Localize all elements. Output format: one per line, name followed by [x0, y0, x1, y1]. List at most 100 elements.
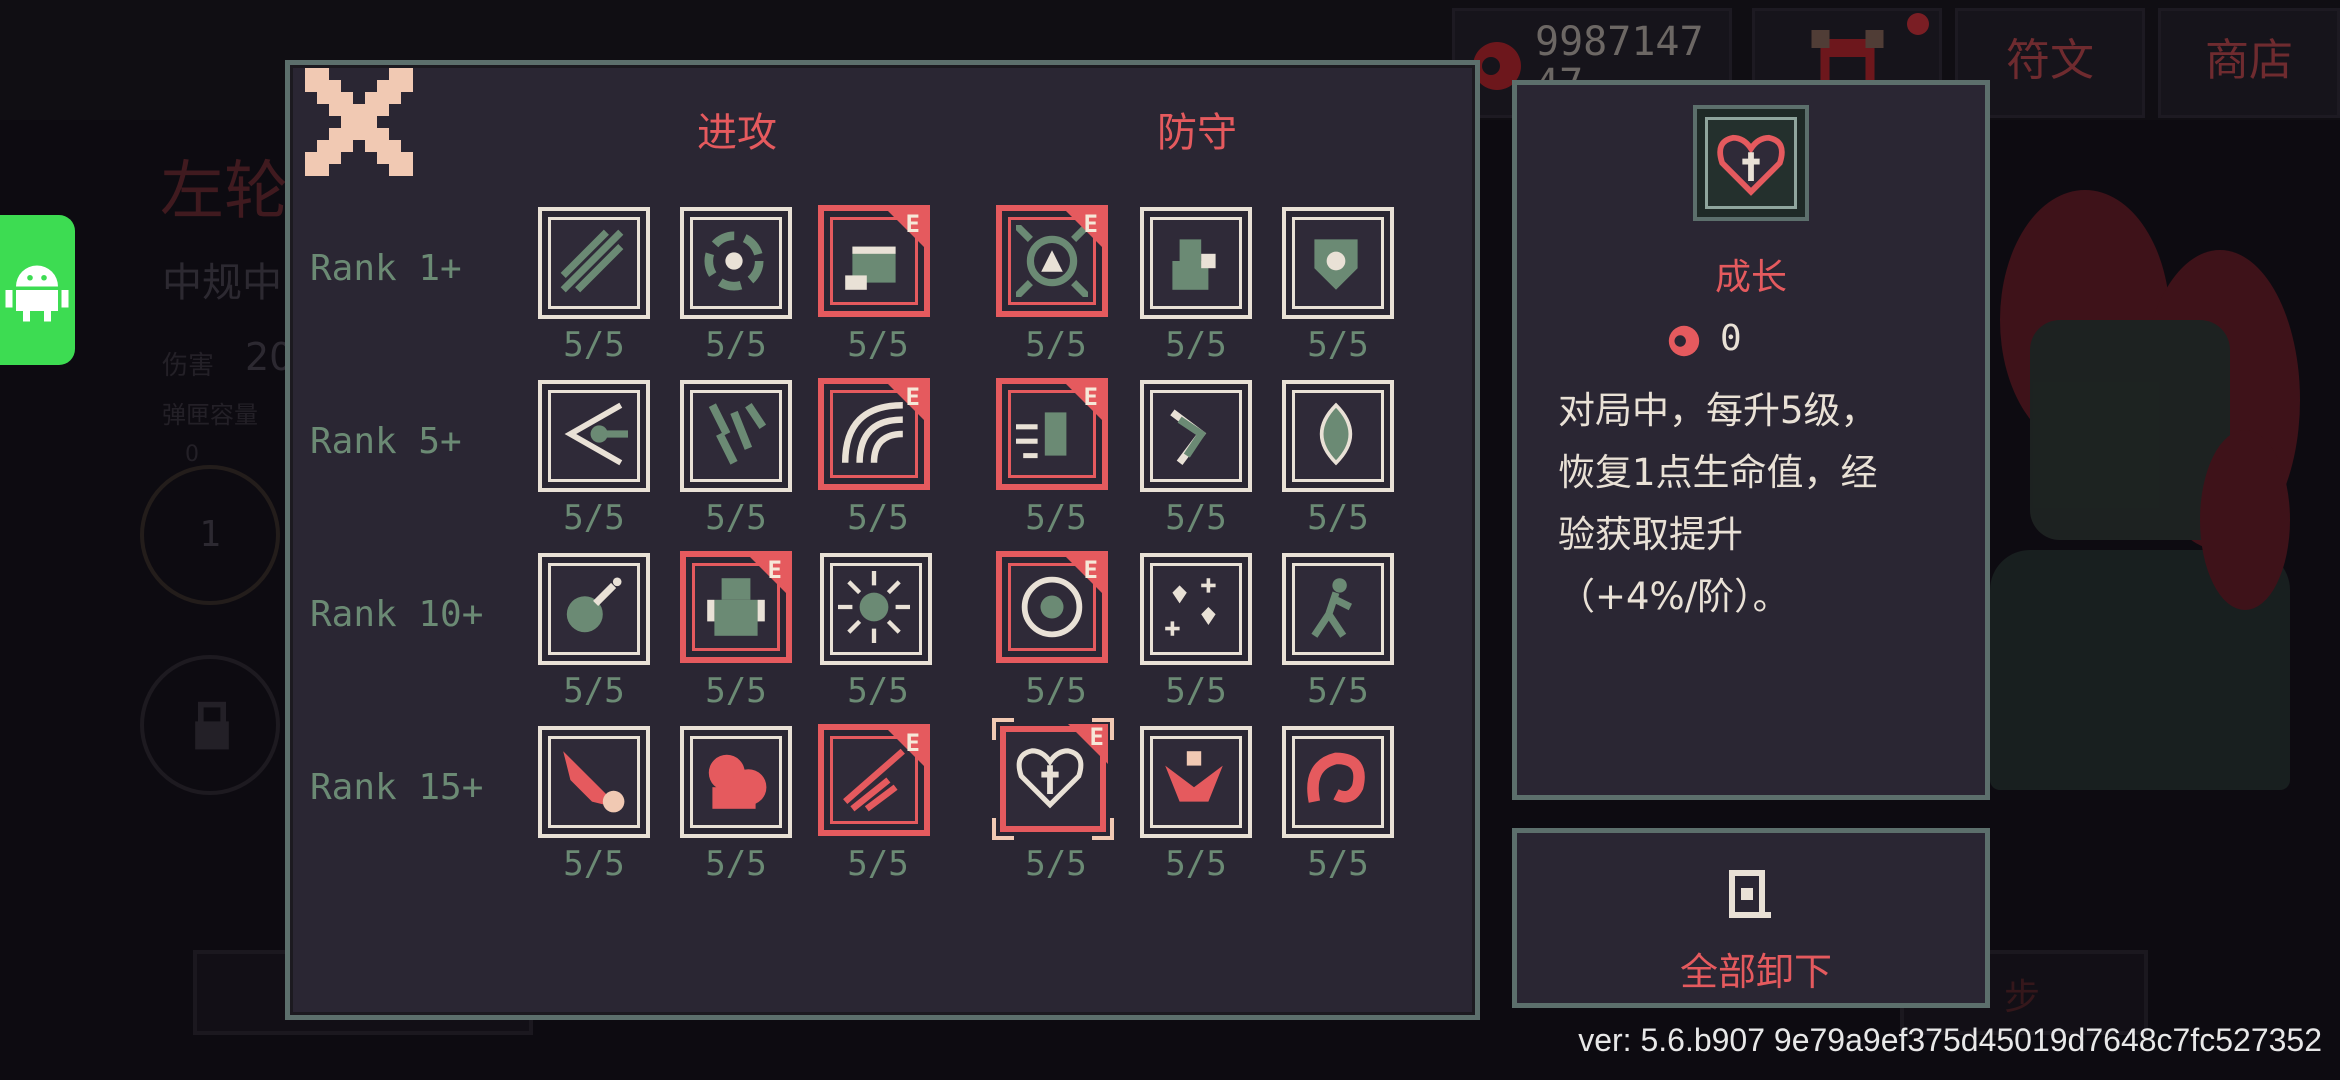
skill-tile[interactable] — [1282, 726, 1394, 838]
skill-count: 5/5 — [847, 671, 909, 711]
skill-tile[interactable] — [1282, 553, 1394, 665]
skill-tile[interactable] — [1140, 726, 1252, 838]
blood-currency-icon — [1668, 325, 1700, 357]
skill-count: 5/5 — [847, 325, 909, 365]
skill-count: 5/5 — [705, 844, 767, 884]
skill-tile[interactable] — [1140, 207, 1252, 319]
selection-corner — [992, 718, 1014, 740]
version-text: ver: 5.6.b907 9e79a9ef375d45019d7648c7fc… — [1578, 1022, 2322, 1058]
selection-corner — [1092, 818, 1114, 840]
red-swirl-icon — [1307, 752, 1365, 803]
unequip-all-button[interactable]: 全部卸下 — [1512, 828, 1990, 1008]
rain-shards-icon — [708, 403, 767, 465]
equipped-letter: E — [905, 383, 920, 411]
skill-tile-equipped[interactable]: E — [996, 378, 1108, 490]
skill-count: 5/5 — [1025, 844, 1087, 884]
skill-detail-description: 对局中，每升5级， 恢复1点生命值，经 验获取提升 （+4%/阶）。 — [1558, 380, 1978, 628]
fist-icon — [845, 246, 896, 290]
rank-label: Rank 10+ — [310, 594, 484, 635]
unequip-all-label: 全部卸下 — [1679, 950, 1832, 994]
skill-count: 5/5 — [705, 325, 767, 365]
skill-tile-equipped[interactable]: E — [818, 724, 930, 836]
close-icon[interactable] — [305, 68, 413, 176]
running-figure-icon — [1311, 578, 1353, 638]
skill-count: 5/5 — [847, 498, 909, 538]
explosion-icon — [838, 571, 910, 643]
attack-column-title: 进攻 — [697, 110, 777, 156]
skill-tile[interactable] — [820, 553, 932, 665]
skill-tile-equipped[interactable]: E — [680, 551, 792, 663]
orb-ring-icon — [1021, 576, 1083, 638]
skill-count: 5/5 — [1307, 325, 1369, 365]
skill-tile[interactable] — [538, 726, 650, 838]
skill-detail-cost: 0 — [1720, 318, 1742, 359]
skill-tile[interactable] — [538, 207, 650, 319]
skill-tile[interactable] — [538, 380, 650, 492]
fire-comet-icon — [563, 751, 625, 813]
heart-cross-icon — [1016, 748, 1084, 809]
android-icon — [5, 265, 69, 322]
skill-count: 5/5 — [1307, 671, 1369, 711]
skill-count: 5/5 — [1025, 671, 1087, 711]
skill-tile[interactable] — [1282, 380, 1394, 492]
slash-lines-icon — [560, 229, 624, 293]
shield-icon — [1314, 239, 1358, 290]
description-line: （+4%/阶）。 — [1558, 575, 1790, 618]
hearts-sparkle-icon — [1165, 578, 1216, 636]
skill-count: 5/5 — [1165, 844, 1227, 884]
skill-count: 5/5 — [1165, 671, 1227, 711]
equipped-letter: E — [905, 210, 920, 238]
red-beast-icon — [708, 754, 767, 809]
winged-demon-icon — [1165, 751, 1223, 802]
vortex-icon — [704, 231, 764, 291]
rank-label: Rank 15+ — [310, 767, 484, 808]
skill-tile-equipped[interactable]: E — [996, 205, 1108, 317]
heart-cross-icon — [1717, 134, 1785, 196]
equipped-letter: E — [767, 556, 782, 584]
skill-count: 5/5 — [847, 844, 909, 884]
description-line: 验获取提升 — [1558, 513, 1743, 556]
skill-count: 5/5 — [1025, 498, 1087, 538]
wave-arcs-icon — [841, 401, 903, 463]
skill-count: 5/5 — [563, 498, 625, 538]
unequip-icon — [1729, 870, 1771, 918]
skill-count: 5/5 — [1165, 325, 1227, 365]
spread-shot-icon — [564, 402, 628, 466]
equipped-letter: E — [1089, 723, 1104, 751]
skill-detail-icon-frame — [1693, 105, 1809, 221]
description-line: 对局中，每升5级， — [1558, 389, 1878, 432]
android-app-badge[interactable] — [0, 215, 75, 365]
defense-column-title: 防守 — [1157, 110, 1237, 156]
skill-count: 5/5 — [705, 498, 767, 538]
skill-count: 5/5 — [563, 671, 625, 711]
equipped-letter: E — [1083, 383, 1098, 411]
skill-tile[interactable] — [680, 380, 792, 492]
equipped-letter: E — [1083, 210, 1098, 238]
skill-count: 5/5 — [705, 671, 767, 711]
skill-tile[interactable] — [1140, 553, 1252, 665]
skill-count: 5/5 — [1307, 844, 1369, 884]
bomb-fuse-icon — [566, 577, 622, 633]
rank-label: Rank 5+ — [310, 421, 462, 462]
skill-count: 5/5 — [1025, 325, 1087, 365]
skill-tile[interactable] — [1140, 380, 1252, 492]
skill-tile[interactable] — [538, 553, 650, 665]
strong-arm-icon — [707, 578, 765, 636]
flex-arm-icon — [1172, 239, 1216, 290]
skill-tile-equipped[interactable]: E — [818, 378, 930, 490]
skill-tile-selected[interactable]: E — [992, 718, 1114, 840]
skill-tile[interactable] — [680, 207, 792, 319]
description-line: 恢复1点生命值，经 — [1558, 451, 1878, 494]
skill-tile-equipped[interactable]: E — [996, 551, 1108, 663]
shield-burst-icon — [1016, 225, 1088, 297]
rank-label: Rank 1+ — [310, 248, 462, 289]
skill-count: 5/5 — [563, 325, 625, 365]
skill-count: 5/5 — [563, 844, 625, 884]
equipped-letter: E — [1083, 556, 1098, 584]
leaf-drop-icon — [1319, 402, 1353, 466]
skill-count: 5/5 — [1307, 498, 1369, 538]
skill-tile[interactable] — [1282, 207, 1394, 319]
equipped-letter: E — [905, 729, 920, 757]
skill-tile-equipped[interactable]: E — [818, 205, 930, 317]
skill-tile[interactable] — [680, 726, 792, 838]
